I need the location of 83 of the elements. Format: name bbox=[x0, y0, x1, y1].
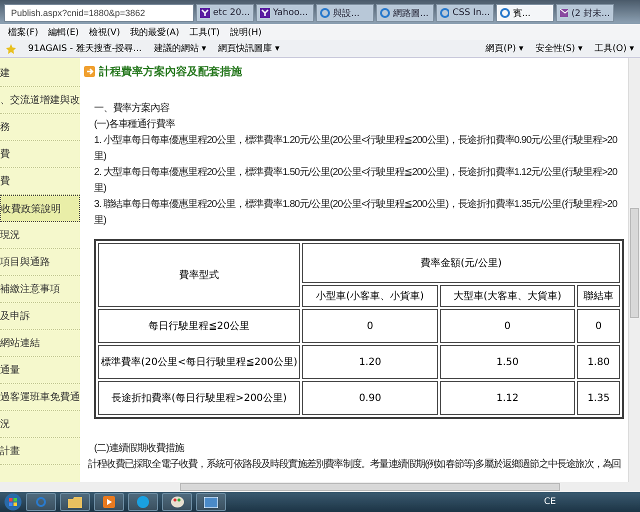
table-cell: 0 bbox=[577, 309, 620, 343]
globe-icon bbox=[440, 8, 450, 18]
favorite-link[interactable]: 網頁快訊圖庫 ▾ bbox=[218, 42, 280, 55]
command-button[interactable]: 工具(O) ▾ bbox=[594, 42, 634, 55]
globe-icon bbox=[500, 8, 510, 18]
table-cell: 0.90 bbox=[302, 381, 438, 415]
menu-item[interactable]: 檔案(F) bbox=[8, 26, 38, 38]
body-text: 計程收費已採取全電子收費，系統可依路段及時段實施差別費率制度。考量連續假期(例如春節等)多屬於返鄉過節之中長途旅次，為回 bbox=[87, 458, 622, 472]
table-cell: 每日行駛里程≦20公里 bbox=[98, 309, 300, 343]
table-header: 聯結車 bbox=[577, 285, 620, 307]
body-text: 1. 小型車每日每車優惠里程20公里，標準費率1.20元/公里(20公里<行駛里程≦200公里)，長途折扣費率0.90元/公里(行駛里程>20 bbox=[93, 134, 618, 148]
menu-item[interactable]: 檢視(V) bbox=[88, 26, 120, 38]
browser-tab[interactable]: etc 20... bbox=[196, 4, 254, 22]
sidebar-item[interactable]: 過客運班車免費通 bbox=[0, 384, 80, 411]
mail-icon bbox=[560, 9, 568, 17]
page-title: 計程費率方案內容及配套措施 bbox=[99, 64, 242, 79]
folder-icon bbox=[68, 496, 82, 508]
taskbar-button[interactable] bbox=[60, 493, 90, 511]
body-text: 一、費率方案內容 bbox=[93, 102, 170, 116]
sidebar-item[interactable]: 計畫 bbox=[0, 438, 80, 465]
table-header: 費率型式 bbox=[98, 243, 300, 307]
body-text: 里) bbox=[93, 182, 108, 196]
sidebar-item[interactable]: 、交流道增建與改 bbox=[0, 87, 80, 114]
favorite-link[interactable]: 建議的網站 ▾ bbox=[154, 42, 206, 55]
table-header: 小型車(小客車、小貨車) bbox=[302, 285, 438, 307]
star-icon[interactable] bbox=[6, 44, 16, 54]
browser-tab[interactable]: 賓... bbox=[496, 4, 554, 22]
body-text: 3. 聯結車每日每車優惠里程20公里，標準費率1.80元/公里(20公里<行駛里程≦200公里)，長途折扣費率1.35元/公里(行駛里程>20 bbox=[93, 198, 618, 212]
browser-tab[interactable]: CSS In... bbox=[436, 4, 494, 22]
sidebar-item[interactable]: 費 bbox=[0, 141, 80, 168]
table-header: 大型車(大客車、大貨車) bbox=[440, 285, 576, 307]
sidebar-item[interactable]: 現況 bbox=[0, 222, 80, 249]
arrow-icon bbox=[84, 66, 95, 77]
taskbar-button[interactable] bbox=[94, 493, 124, 511]
table-cell: 1.35 bbox=[577, 381, 620, 415]
window-icon bbox=[204, 496, 218, 508]
section-heading: (二)連續假期收費措施 bbox=[93, 442, 186, 456]
chat-icon bbox=[137, 496, 149, 508]
sidebar-item[interactable]: 收費政策說明 bbox=[0, 195, 80, 222]
table-cell: 1.12 bbox=[440, 381, 576, 415]
yahoo-icon bbox=[260, 8, 270, 18]
body-text: 里) bbox=[93, 214, 108, 228]
play-icon bbox=[103, 496, 115, 508]
browser-tab[interactable]: Yahoo... bbox=[256, 4, 314, 22]
address-field[interactable]: Publish.aspx?cnid=1880&p=3862 bbox=[4, 4, 194, 22]
menu-item[interactable]: 工具(T) bbox=[189, 26, 220, 38]
body-text: 里) bbox=[93, 150, 108, 164]
sidebar-item[interactable]: 項目與通路 bbox=[0, 249, 80, 276]
menu-item[interactable]: 編輯(E) bbox=[48, 26, 79, 38]
yahoo-icon bbox=[200, 8, 210, 18]
sidebar-item[interactable]: 通量 bbox=[0, 357, 80, 384]
table-cell: 0 bbox=[302, 309, 438, 343]
table-cell: 1.80 bbox=[577, 345, 620, 379]
globe-icon bbox=[320, 8, 330, 18]
table-cell: 0 bbox=[440, 309, 576, 343]
favorite-link[interactable]: 91AGAIS - 雅天搜查-授尋... bbox=[28, 42, 142, 55]
language-indicator[interactable]: CE bbox=[544, 497, 556, 507]
sidebar-item[interactable]: 網站連結 bbox=[0, 330, 80, 357]
table-cell: 1.20 bbox=[302, 345, 438, 379]
sidebar-item[interactable]: 及申訴 bbox=[0, 303, 80, 330]
browser-tab[interactable]: 與設... bbox=[316, 4, 374, 22]
sidebar-item[interactable]: 務 bbox=[0, 114, 80, 141]
body-text: 2. 大型車每日每車優惠里程20公里，標準費率1.50元/公里(20公里<行駛里程≦200公里)，長途折扣費率1.12元/公里(行駛里程>20 bbox=[93, 166, 618, 180]
sidebar-item[interactable]: 建 bbox=[0, 60, 80, 87]
browser-tab[interactable]: (2 封未... bbox=[556, 4, 614, 22]
globe-icon bbox=[380, 8, 390, 18]
table-header: 費率金額(元/公里) bbox=[302, 243, 620, 283]
table-cell: 1.50 bbox=[440, 345, 576, 379]
taskbar-button[interactable] bbox=[196, 493, 226, 511]
globe-icon bbox=[36, 497, 46, 507]
menu-item[interactable]: 我的最愛(A) bbox=[130, 26, 180, 38]
command-button[interactable]: 安全性(S) ▾ bbox=[535, 42, 582, 55]
sidebar-item[interactable]: 補繳注意事項 bbox=[0, 276, 80, 303]
body-text: (一)各車種通行費率 bbox=[93, 118, 176, 132]
sidebar-item[interactable]: 況 bbox=[0, 411, 80, 438]
palette-icon bbox=[170, 496, 184, 508]
browser-tab[interactable]: 網路圖... bbox=[376, 4, 434, 22]
table-cell: 標準費率(20公里<每日行駛里程≦200公里) bbox=[98, 345, 300, 379]
table-cell: 長途折扣費率(每日行駛里程>200公里) bbox=[98, 381, 300, 415]
menu-item[interactable]: 說明(H) bbox=[230, 26, 262, 38]
taskbar-button[interactable] bbox=[162, 493, 192, 511]
command-button[interactable]: 網頁(P) ▾ bbox=[486, 42, 524, 55]
start-button[interactable] bbox=[4, 493, 22, 511]
